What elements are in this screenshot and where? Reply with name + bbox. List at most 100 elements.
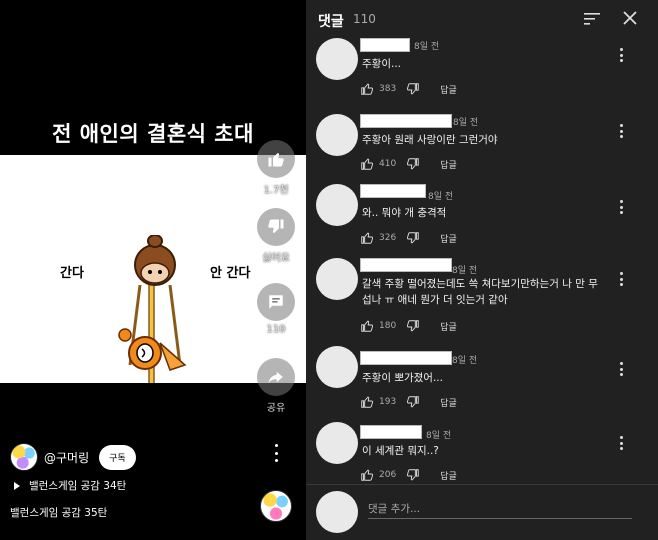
comment-text: 이 세계관 뭐지..? (362, 445, 439, 457)
channel-avatar[interactable] (10, 443, 38, 471)
thumbs-down-icon[interactable] (406, 82, 420, 96)
comment-text: 갈색 주황 떨어졌는데도 쓱 쳐다보기만하는거 나 만 무섭나 ㅠ 애네 뭔가 … (362, 278, 598, 306)
comments-panel: 댓글 110 8일 전 주황이... 383 답글 8일 전 주황아 원래 사랑… (306, 0, 658, 540)
sort-icon[interactable] (584, 12, 600, 26)
reply-button[interactable]: 답글 (440, 232, 457, 245)
comment-item: 8일 전 주황아 원래 사랑이란 그런거야 410 답글 (306, 114, 658, 194)
channel-name[interactable]: @구머링 (44, 449, 89, 466)
thumbs-down-icon[interactable] (406, 231, 420, 245)
thumbs-up-icon[interactable] (360, 157, 374, 171)
comment-author-redacted[interactable] (360, 258, 452, 272)
like-count: 206 (379, 470, 397, 480)
add-comment-bar (306, 484, 658, 540)
choice-right-label: 안 간다 (210, 266, 251, 281)
subscribe-button[interactable]: 구독 (99, 444, 136, 470)
playlist-title: 밸런스게임 공감 34탄 (29, 480, 127, 492)
like-count: 180 (379, 321, 397, 331)
dislike-label: 싫어요 (262, 253, 290, 264)
thumbs-down-icon[interactable] (406, 157, 420, 171)
next-video-title[interactable]: 밸런스게임 공감 35탄 (10, 505, 107, 520)
like-action[interactable]: 1.7천 (257, 140, 295, 196)
comment-author-redacted[interactable] (360, 184, 426, 198)
comment-item: 8일 전 주황이... 383 답글 (306, 38, 658, 118)
playlist-link[interactable]: 밸런스게임 공감 34탄 (14, 478, 126, 493)
comment-time: 8일 전 (428, 192, 454, 202)
comment-item: 8일 전 주황이 뽀가졌어... 193 답글 (306, 346, 658, 426)
comment-avatar[interactable] (316, 114, 358, 156)
comment-avatar[interactable] (316, 184, 358, 226)
comment-text: 주황이... (362, 58, 401, 70)
next-video-avatar[interactable] (260, 490, 292, 522)
more-options-icon[interactable] (270, 444, 282, 462)
thumbs-up-icon[interactable] (360, 395, 374, 409)
reply-button[interactable]: 답글 (440, 158, 457, 171)
reply-button[interactable]: 답글 (440, 320, 457, 333)
comment-icon (257, 283, 295, 321)
comment-actions: 180 답글 (360, 319, 457, 333)
comments-count: 110 (353, 12, 376, 26)
comment-author-redacted[interactable] (360, 114, 452, 128)
comment-author-redacted[interactable] (360, 425, 422, 439)
share-icon (257, 358, 295, 396)
comment-more-icon[interactable] (619, 124, 623, 138)
comment-count: 110 (266, 324, 286, 335)
reply-button[interactable]: 답글 (440, 83, 457, 96)
channel-row: @구머링 구독 (10, 443, 136, 471)
comments-header: 댓글 110 (306, 0, 658, 38)
comment-text: 주황아 원래 사랑이란 그런거야 (362, 134, 498, 146)
comment-item: 8일 전 이 세계관 뭐지..? 206 답글 (306, 422, 658, 484)
comment-time: 8일 전 (452, 356, 478, 366)
thumbs-down-icon[interactable] (406, 395, 420, 409)
user-avatar (316, 491, 358, 533)
reply-button[interactable]: 답글 (440, 396, 457, 409)
comment-more-icon[interactable] (619, 436, 623, 450)
thumbs-up-icon[interactable] (360, 82, 374, 96)
comment-more-icon[interactable] (619, 272, 623, 286)
cartoon-characters-illustration (118, 235, 187, 383)
share-action[interactable]: 공유 (257, 358, 295, 414)
comment-more-icon[interactable] (619, 200, 623, 214)
comment-item: 8일 전 갈색 주황 떨어졌는데도 쓱 쳐다보기만하는거 나 만 무섭나 ㅠ 애… (306, 258, 658, 342)
thumbs-down-icon[interactable] (406, 319, 420, 333)
thumbs-up-icon[interactable] (360, 468, 374, 482)
like-count: 1.7천 (263, 185, 289, 196)
thumbs-up-icon[interactable] (360, 319, 374, 333)
dislike-action[interactable]: 싫어요 (257, 208, 295, 264)
thumbs-down-icon[interactable] (406, 468, 420, 482)
comment-actions: 206 답글 (360, 468, 457, 482)
comment-time: 8일 전 (414, 42, 440, 52)
comment-author-redacted[interactable] (360, 38, 410, 52)
comment-more-icon[interactable] (619, 48, 623, 62)
play-icon (14, 481, 20, 490)
comment-text: 주황이 뽀가졌어... (362, 372, 443, 384)
like-count: 193 (379, 397, 397, 407)
like-count: 326 (379, 233, 397, 243)
thumbs-up-icon[interactable] (360, 231, 374, 245)
comment-time: 8일 전 (426, 431, 452, 441)
add-comment-input[interactable] (368, 499, 632, 519)
comment-avatar[interactable] (316, 258, 358, 300)
comment-actions: 326 답글 (360, 231, 457, 245)
comment-avatar[interactable] (316, 346, 358, 388)
comment-avatar[interactable] (316, 38, 358, 80)
choice-left-label: 간다 (60, 266, 84, 281)
comment-avatar[interactable] (316, 422, 358, 464)
comment-more-icon[interactable] (619, 362, 623, 376)
comment-actions: 383 답글 (360, 82, 457, 96)
close-icon[interactable] (622, 10, 638, 26)
comment-action[interactable]: 110 (257, 283, 295, 335)
comment-author-redacted[interactable] (360, 351, 452, 365)
short-video-player[interactable]: 전 애인의 결혼식 초대 간다 안 간다 1.7천 싫어요 110 공유 @구머… (0, 0, 306, 540)
comment-time: 8일 전 (453, 118, 479, 128)
like-count: 383 (379, 84, 397, 94)
comment-time: 8일 전 (452, 266, 478, 276)
comment-text: 와.. 뭐야 개 충격적 (362, 207, 447, 219)
comment-actions: 410 답글 (360, 157, 457, 171)
share-label: 공유 (266, 403, 286, 414)
comment-actions: 193 답글 (360, 395, 457, 409)
reply-button[interactable]: 답글 (440, 469, 457, 482)
like-count: 410 (379, 159, 397, 169)
comment-item: 8일 전 와.. 뭐야 개 충격적 326 답글 (306, 184, 658, 264)
thumbs-down-icon (257, 208, 295, 246)
comments-title: 댓글 (318, 14, 344, 30)
